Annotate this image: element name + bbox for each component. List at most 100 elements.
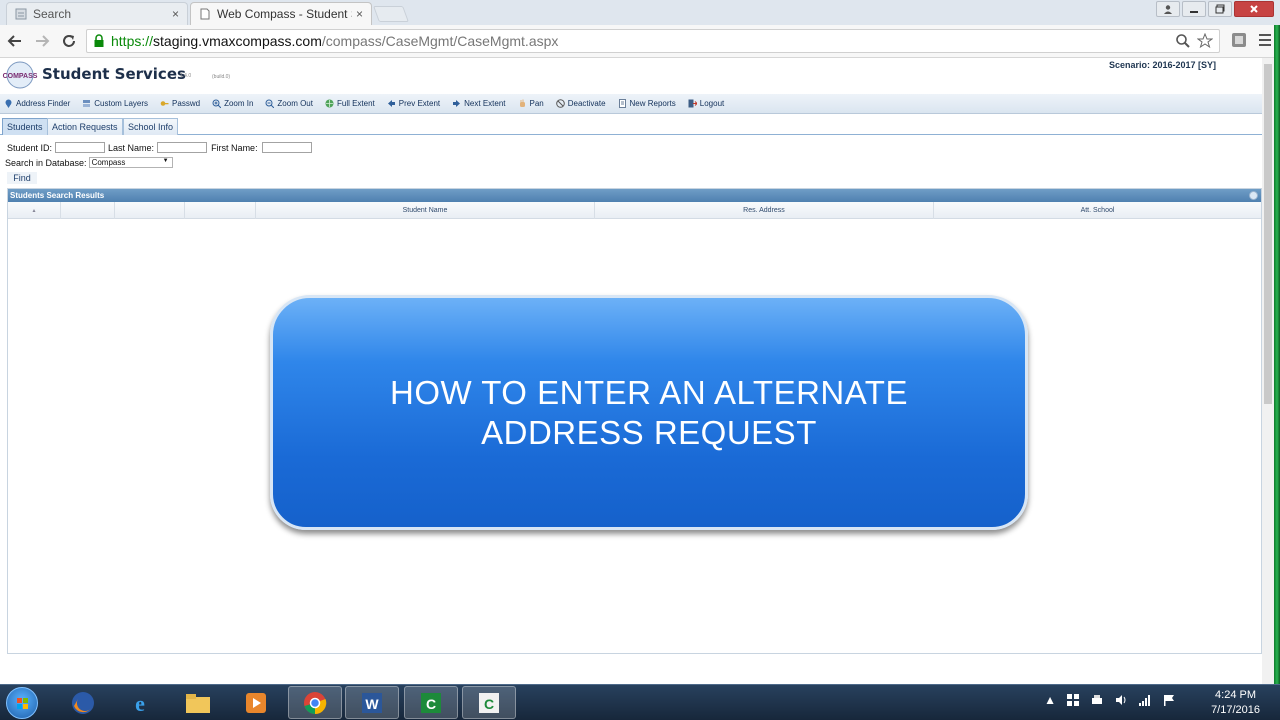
address-finder-button[interactable]: Address Finder: [4, 99, 70, 108]
action-center-flag-icon[interactable]: [1162, 693, 1176, 710]
windows-icon[interactable]: [1066, 693, 1080, 710]
first-name-label: First Name:: [211, 142, 258, 153]
file-explorer-taskbar-icon[interactable]: [171, 686, 225, 719]
search-page-icon: [15, 8, 27, 20]
browser-tab-search[interactable]: Search ×: [6, 2, 188, 25]
page-scrollbar[interactable]: [1262, 58, 1274, 684]
full-extent-button[interactable]: Full Extent: [325, 99, 375, 108]
collapse-icon[interactable]: [1249, 191, 1258, 200]
tab-action-requests[interactable]: Action Requests: [47, 118, 123, 135]
address-bar[interactable]: https://staging.vmaxcompass.com/compass/…: [86, 29, 1220, 53]
deactivate-button[interactable]: Deactivate: [555, 99, 606, 108]
passwd-button[interactable]: Passwd: [160, 99, 200, 108]
database-value: Compass: [91, 158, 126, 167]
zoom-in-button[interactable]: Zoom In: [212, 99, 254, 109]
database-label: Search in Database:: [5, 157, 87, 168]
logout-icon: [688, 99, 698, 108]
tool-label: Logout: [699, 99, 725, 108]
tutorial-title-banner: HOW TO ENTER AN ALTERNATE ADDRESS REQUES…: [270, 295, 1028, 530]
column-header[interactable]: ▴: [8, 202, 61, 219]
tool-label: Zoom In: [224, 99, 254, 108]
logout-button[interactable]: Logout: [688, 99, 724, 108]
firefox-taskbar-icon[interactable]: [56, 686, 110, 719]
column-header-res-address[interactable]: Res. Address: [595, 202, 934, 219]
scenario-label: Scenario: 2016-2017 [SY]: [1108, 60, 1216, 70]
column-header-att-school[interactable]: Att. School: [934, 202, 1261, 219]
new-tab-button[interactable]: [373, 6, 409, 22]
network-signal-icon[interactable]: [1138, 693, 1152, 710]
chrome-taskbar-icon[interactable]: [288, 686, 342, 719]
scrollbar-thumb[interactable]: [1264, 64, 1272, 404]
browser-toolbar: https://staging.vmaxcompass.com/compass/…: [0, 25, 1280, 58]
column-header[interactable]: [115, 202, 185, 219]
column-header[interactable]: [185, 202, 256, 219]
internet-explorer-taskbar-icon[interactable]: e: [113, 686, 167, 719]
find-button[interactable]: Find: [7, 172, 37, 184]
zoom-out-icon: [265, 99, 275, 109]
bookmark-star-icon[interactable]: [1196, 32, 1214, 53]
show-hidden-icons-icon[interactable]: ▲: [1044, 693, 1056, 710]
map-toolbar: Address Finder Custom Layers Passwd Zoom…: [0, 94, 1274, 114]
prev-extent-button[interactable]: Prev Extent: [387, 99, 440, 108]
tab-students[interactable]: Students: [2, 118, 48, 135]
tool-label: Zoom Out: [277, 99, 313, 108]
next-extent-button[interactable]: Next Extent: [452, 99, 506, 108]
tool-label: New Reports: [629, 99, 676, 108]
camtasia-recorder-taskbar-icon[interactable]: C: [462, 686, 516, 719]
tool-label: Pan: [529, 99, 544, 108]
printer-icon[interactable]: [1090, 693, 1104, 710]
custom-layers-button[interactable]: Custom Layers: [82, 99, 148, 108]
minimize-icon[interactable]: [1182, 1, 1206, 17]
tab-school-info[interactable]: School Info: [123, 118, 179, 135]
app-title: Student Services: [42, 65, 186, 83]
zoom-icon[interactable]: [1175, 33, 1191, 53]
tool-label: Deactivate: [567, 99, 606, 108]
maximize-icon[interactable]: [1208, 1, 1232, 17]
url-scheme: https://: [111, 33, 154, 49]
lock-icon: [93, 34, 105, 48]
app-tabs: Students Action Requests School Info: [0, 116, 1274, 135]
menu-icon[interactable]: [1258, 31, 1272, 52]
windows-taskbar: e W C C ▲ 4:24 PM 7/17/2016: [0, 684, 1280, 720]
sort-icon: ▴: [32, 208, 36, 214]
svg-text:C: C: [484, 696, 494, 712]
svg-text:W: W: [365, 696, 379, 712]
zoom-out-button[interactable]: Zoom Out: [265, 99, 313, 109]
arrow-left-icon: [387, 99, 396, 108]
first-name-input[interactable]: [261, 142, 312, 153]
close-icon[interactable]: ×: [172, 7, 179, 21]
close-icon[interactable]: ×: [356, 7, 363, 21]
taskbar-clock[interactable]: 4:24 PM 7/17/2016: [1211, 688, 1260, 718]
browser-tab-web-compass[interactable]: Web Compass - Student S ×: [190, 2, 372, 25]
database-select[interactable]: Compass ▼: [88, 157, 173, 168]
vmax-compass-logo: COMPASS: [2, 61, 38, 89]
tool-label: Prev Extent: [398, 99, 441, 108]
column-header[interactable]: [61, 202, 115, 219]
window-close-icon[interactable]: [1234, 1, 1274, 17]
media-player-taskbar-icon[interactable]: [229, 686, 283, 719]
banner-line-2: ADDRESS REQUEST: [481, 413, 817, 451]
last-name-input[interactable]: [157, 142, 208, 153]
chevron-down-icon: ▼: [162, 158, 169, 164]
camtasia-taskbar-icon[interactable]: C: [404, 686, 458, 719]
forward-icon[interactable]: [31, 30, 53, 52]
volume-icon[interactable]: [1114, 693, 1128, 710]
new-reports-button[interactable]: New Reports: [618, 99, 676, 108]
column-header-student-name[interactable]: Student Name: [256, 202, 595, 219]
word-taskbar-icon[interactable]: W: [345, 686, 399, 719]
back-icon[interactable]: [4, 30, 26, 52]
student-id-input[interactable]: [55, 142, 106, 153]
pan-button[interactable]: Pan: [518, 99, 544, 108]
background-window-edge: [1274, 25, 1280, 685]
hand-icon: [518, 99, 527, 108]
globe-icon: [325, 99, 334, 108]
extension-icon[interactable]: [1230, 31, 1248, 52]
url-host: staging.vmaxcompass.com: [153, 33, 322, 49]
layers-icon: [82, 99, 91, 108]
reload-icon[interactable]: [58, 30, 80, 52]
browser-tabstrip: Search × Web Compass - Student S ×: [0, 0, 1280, 25]
tool-label: Address Finder: [16, 99, 71, 108]
user-icon[interactable]: [1156, 1, 1180, 17]
tool-label: Custom Layers: [94, 99, 149, 108]
start-button[interactable]: [6, 687, 38, 719]
